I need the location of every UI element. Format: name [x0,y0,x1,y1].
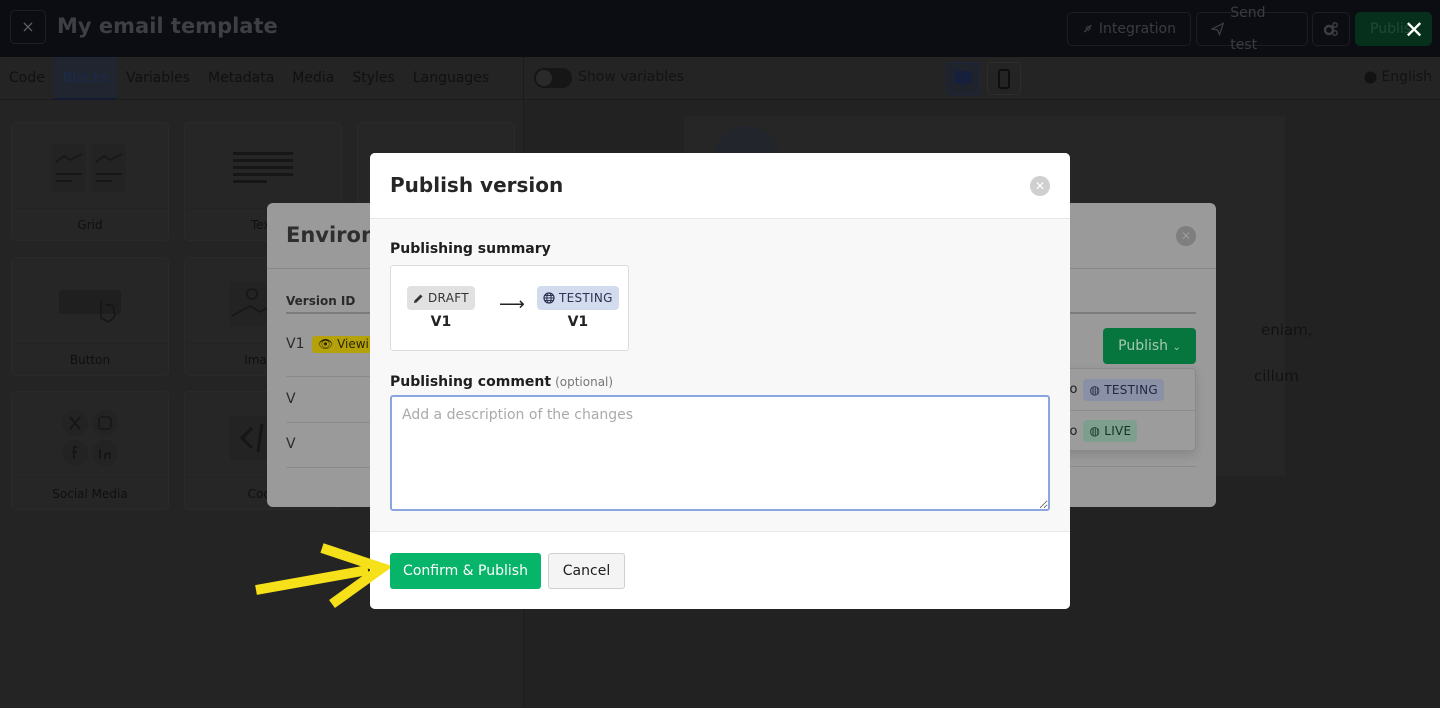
settings-button[interactable] [1312,12,1350,46]
mobile-icon [998,68,1010,89]
show-variables-toggle[interactable] [534,68,572,88]
pencil-icon [414,294,423,303]
overlay-close-button[interactable]: ✕ [1404,16,1424,44]
block-button[interactable]: Button [11,257,169,376]
tab-blocks[interactable]: Blocks [53,57,118,100]
tab-code[interactable]: Code [0,57,54,100]
annotation-arrow-icon [255,543,390,609]
mobile-preview-button[interactable] [987,62,1021,95]
email-text-line: cillum [1254,367,1299,385]
integration-label: Integration [1098,21,1176,37]
live-tag: ◍ LIVE [1083,420,1138,442]
to-version: V1 [567,314,589,330]
language-selector[interactable]: English [1364,69,1432,85]
version-cell: V [286,391,296,407]
modal-title: Publish version [390,173,564,197]
send-test-label: Send test [1230,5,1266,53]
block-grid[interactable]: Grid [11,122,169,241]
confirm-publish-button[interactable]: Confirm & Publish [390,553,541,589]
publishing-summary-label: Publishing summary [390,241,551,257]
editor-subbar: Code Blocks Variables Metadata Media Sty… [0,57,1440,100]
testing-tag-label: TESTING [559,291,613,305]
text-block-icon [185,141,341,197]
block-label: Button [12,343,168,375]
optional-hint: (optional) [555,375,614,389]
modal-close-button[interactable]: ✕ [1030,176,1050,196]
environment-publish-button[interactable]: Publish ⌄ [1103,328,1196,364]
editor-tabs: Code Blocks Variables Metadata Media Sty… [0,57,498,100]
comment-label-text: Publishing comment [390,374,552,390]
close-icon: × [21,17,35,36]
gears-icon [1323,22,1338,36]
live-tag-label: LIVE [1104,424,1132,438]
eye-icon: 👁 [318,337,334,351]
globe-icon [543,292,555,304]
version-id-header: Version ID [286,294,356,308]
tab-media[interactable]: Media [283,57,343,100]
publish-version-modal: Publish version ✕ Publishing summary DRA… [370,153,1070,609]
desktop-preview-button[interactable] [946,62,980,95]
close-icon: ✕ [1034,179,1046,193]
arrow-right-icon: ⟶ [499,294,525,315]
email-text-line: eniam, [1261,321,1313,339]
close-editor-button[interactable]: × [10,10,46,44]
version-cell: V [286,436,296,452]
version-cell: V1 [286,336,305,352]
publish-to-live-option[interactable]: h to ◍LIVE [1048,410,1197,451]
language-label: English [1381,69,1432,85]
modal-header: Publish version ✕ [370,153,1070,219]
plug-icon [1083,24,1092,33]
testing-tag-label: TESTING [1104,382,1158,397]
draft-tag: DRAFT [407,286,475,310]
summary-to: TESTING V1 [537,286,619,330]
summary-from: DRAFT V1 [407,286,475,330]
testing-tag: ◍ TESTING [1083,378,1164,401]
send-test-button[interactable]: Send test [1196,5,1308,53]
chevron-down-icon: ⌄ [1172,342,1181,353]
block-label: Grid [12,208,168,240]
tab-metadata[interactable]: Metadata [199,57,283,100]
publishing-summary: DRAFT V1 ⟶ TESTING V1 [390,265,629,351]
show-variables-label: Show variables [578,69,684,85]
block-label: Social Media [12,477,168,509]
publish-to-testing-option[interactable]: h to ◍TESTING [1048,369,1197,410]
from-version: V1 [430,314,452,330]
publish-label: Publish [1118,338,1169,354]
modal-body: Publishing summary DRAFT V1 ⟶ TESTING V1… [370,219,1070,532]
integration-button[interactable]: Integration [1067,12,1191,46]
modal-footer: Confirm & Publish Cancel [370,533,1070,609]
grid-block-icon [12,141,168,197]
tab-variables[interactable]: Variables [117,57,199,100]
button-block-icon [12,276,168,332]
globe-icon: ◍ [1089,424,1101,438]
block-social-media[interactable]: Social Media [11,391,169,510]
cancel-button[interactable]: Cancel [548,553,625,589]
top-bar: × My email template Integration Send tes… [0,0,1440,57]
testing-tag: TESTING [537,286,619,310]
template-title: My email template [57,14,278,38]
globe-icon [1364,71,1377,83]
environments-close-button[interactable]: ✕ [1176,226,1196,246]
desktop-icon [954,70,972,86]
social-media-block-icon [12,410,168,466]
tab-languages[interactable]: Languages [404,57,498,100]
paper-plane-icon [1211,22,1225,36]
globe-icon: ◍ [1089,382,1101,397]
draft-tag-label: DRAFT [428,291,469,305]
tab-styles[interactable]: Styles [343,57,403,100]
publishing-comment-input[interactable] [390,395,1050,511]
publishing-comment-label: Publishing comment (optional) [390,374,613,390]
